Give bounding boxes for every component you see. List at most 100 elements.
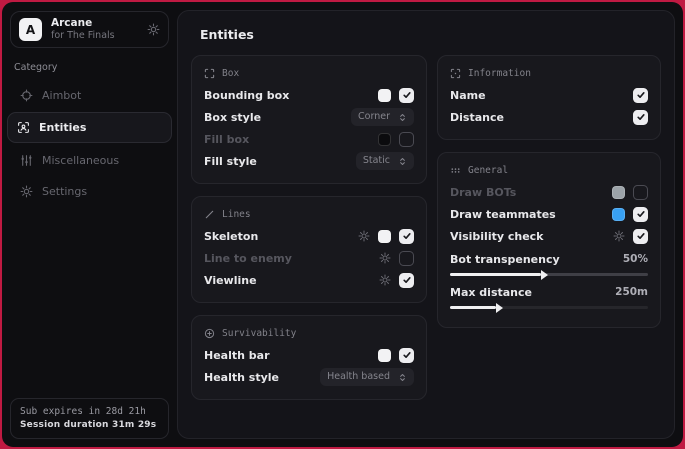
check-icon [402,231,412,241]
crosshair-icon [20,89,33,102]
sidebar: A Arcane for The Finals Category [2,2,177,447]
sliders-icon [20,154,33,167]
slider-value: 250m [615,286,648,298]
gear-icon [20,185,33,198]
app-window: A Arcane for The Finals Category [2,2,683,447]
setting-label: Viewline [204,274,257,287]
health-style-dropdown[interactable]: Health based [320,368,414,386]
check-icon [636,90,646,100]
diagonal-line-icon [204,209,215,220]
sidebar-item-aimbot[interactable]: Aimbot [10,80,169,110]
color-swatch[interactable] [378,133,391,146]
line-to-enemy-checkbox[interactable] [399,251,414,266]
category-label: Category [14,62,165,73]
viewline-checkbox[interactable] [399,273,414,288]
setting-label: Fill style [204,155,257,168]
sidebar-item-settings[interactable]: Settings [10,176,169,206]
dropdown-value: Static [363,156,390,166]
brand-logo: A [19,18,42,41]
bot-transparency-slider[interactable] [450,273,648,276]
card-columns: Box Bounding box Box style [191,55,661,400]
fill-box-checkbox[interactable] [399,132,414,147]
general-card: General Draw BOTs Draw teammates [437,152,661,328]
brand-name: Arcane [51,17,115,30]
medical-cross-icon [204,328,215,339]
sidebar-item-label: Miscellaneous [42,154,119,167]
max-distance-slider[interactable] [450,306,648,309]
brand-subtitle: for The Finals [51,30,115,42]
setting-row-health-bar: Health bar [204,344,414,366]
card-title: Information [468,68,531,79]
color-swatch[interactable] [612,186,625,199]
main-panel: Entities Box Bounding box [177,10,675,439]
setting-label: Skeleton [204,230,258,243]
setting-label: Bounding box [204,89,289,102]
box-style-dropdown[interactable]: Corner [351,108,414,126]
setting-row-name: Name [450,84,648,106]
right-column: Information Name Distance [437,55,661,400]
setting-label: Line to enemy [204,252,292,265]
sidebar-item-label: Aimbot [42,89,81,102]
setting-row-box-style: Box style Corner [204,106,414,128]
setting-label: Box style [204,111,261,124]
sidebar-item-entities[interactable]: Entities [7,112,172,143]
max-distance-slider-group: Max distance 250m [450,283,648,309]
gear-icon[interactable] [613,230,625,242]
bounding-box-checkbox[interactable] [399,88,414,103]
setting-row-line-to-enemy: Line to enemy [204,247,414,269]
information-card-header: Information [450,65,648,84]
dropdown-value: Corner [358,112,390,122]
draw-teammates-checkbox[interactable] [633,207,648,222]
card-title: Survivability [222,328,296,339]
gear-icon[interactable] [358,230,370,242]
setting-label: Draw teammates [450,208,556,221]
information-card: Information Name Distance [437,55,661,140]
sidebar-item-miscellaneous[interactable]: Miscellaneous [10,145,169,175]
setting-label: Health style [204,371,279,384]
check-icon [636,112,646,122]
gear-icon[interactable] [379,274,391,286]
draw-bots-checkbox[interactable] [633,185,648,200]
setting-label: Fill box [204,133,249,146]
general-card-header: General [450,162,648,181]
skeleton-checkbox[interactable] [399,229,414,244]
setting-label: Draw BOTs [450,186,516,199]
gear-icon[interactable] [147,23,160,36]
dropdown-value: Health based [327,372,390,382]
distance-checkbox[interactable] [633,110,648,125]
info-scan-icon [450,68,461,79]
slider-fill-thumb[interactable] [450,273,541,276]
name-checkbox[interactable] [633,88,648,103]
entity-scan-icon [17,121,30,134]
setting-label: Distance [450,111,504,124]
card-title: Box [222,68,239,79]
setting-label: Health bar [204,349,270,362]
color-swatch[interactable] [378,89,391,102]
subscription-card: Sub expires in 28d 21h Session duration … [10,398,169,439]
setting-row-skeleton: Skeleton [204,225,414,247]
gear-icon[interactable] [379,252,391,264]
brand-text: Arcane for The Finals [51,17,115,42]
lines-card-header: Lines [204,206,414,225]
color-swatch[interactable] [378,349,391,362]
bot-transparency-slider-group: Bot transpenency 50% [450,250,648,276]
survivability-card-header: Survivability [204,325,414,344]
box-card: Box Bounding box Box style [191,55,427,184]
brand-card: A Arcane for The Finals [10,11,169,48]
health-bar-checkbox[interactable] [399,348,414,363]
fill-style-dropdown[interactable]: Static [356,152,414,170]
page-title: Entities [200,27,652,42]
card-title: General [468,165,508,176]
setting-row-distance: Distance [450,106,648,128]
color-swatch[interactable] [378,230,391,243]
color-swatch[interactable] [612,208,625,221]
chevron-up-down-icon [398,373,407,382]
sidebar-item-label: Settings [42,185,87,198]
slider-fill-thumb[interactable] [450,306,496,309]
visibility-check-checkbox[interactable] [633,229,648,244]
setting-label: Name [450,89,486,102]
survivability-card: Survivability Health bar Health style [191,315,427,400]
setting-row-draw-teammates: Draw teammates [450,203,648,225]
lines-card: Lines Skeleton [191,196,427,303]
setting-row-visibility-check: Visibility check [450,225,648,247]
